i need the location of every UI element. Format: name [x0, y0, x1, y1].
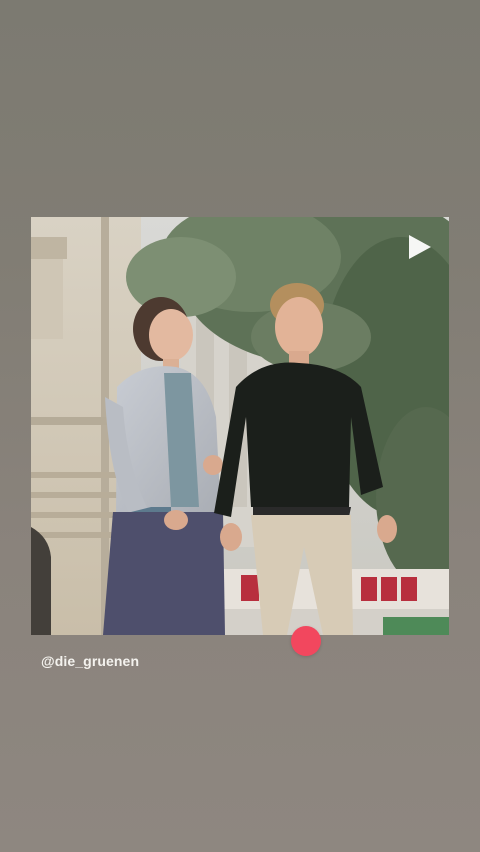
post-photo [31, 217, 449, 635]
story-view: @die_gruenen [0, 0, 480, 852]
play-icon[interactable] [405, 233, 433, 261]
mention-sticker[interactable]: @die_gruenen [41, 653, 139, 669]
like-dot[interactable] [291, 626, 321, 656]
play-triangle [409, 235, 431, 259]
post-media[interactable] [31, 217, 449, 635]
